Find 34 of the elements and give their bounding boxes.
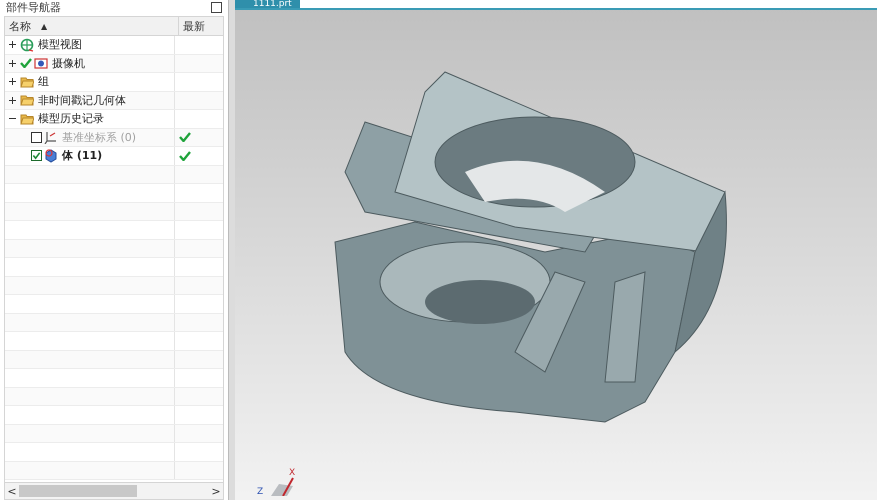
checkbox[interactable] [31,150,42,162]
folder-icon [20,93,34,108]
column-header[interactable]: 最新 [179,17,223,35]
expand-icon[interactable] [9,96,16,104]
folder-icon [20,74,34,89]
tree-row[interactable]: 模型历史记录 [5,110,223,128]
tree-row[interactable]: 摄像机 [5,54,223,73]
folder-icon [20,112,34,126]
scrollbar-thumb[interactable] [19,485,137,497]
camera-icon [34,56,48,70]
axes-icon [20,38,34,52]
column-header[interactable]: 名称 ▲ [5,17,179,35]
node-label: 组 [38,74,49,90]
expand-icon[interactable] [9,78,16,86]
node-label: 基准坐标系 (0) [62,130,136,145]
node-label: 摄像机 [52,56,85,71]
scroll-left-arrow[interactable]: < [5,484,19,498]
expand-icon[interactable] [9,41,16,48]
coordinate-system-icon [44,130,58,144]
tree-row[interactable]: 组 [5,73,223,92]
node-label: 非时间戳记几何体 [38,92,126,108]
node-label: 模型视图 [38,37,82,52]
checkbox-icon[interactable] [211,2,222,12]
scroll-right-arrow[interactable]: > [209,484,223,498]
node-label: 体 (11) [62,148,102,164]
tree-row[interactable]: 体 (11) [5,147,223,166]
solid-body-icon [44,148,58,163]
panel-title: 部件导航器 [6,0,61,14]
node-label: 模型历史记录 [38,111,104,126]
tree-row[interactable]: 模型视图 [5,36,223,54]
expand-icon[interactable] [9,60,16,67]
tree-row[interactable]: 非时间戳记几何体 [5,92,223,110]
horizontal-scrollbar[interactable]: < > [4,483,224,500]
sort-arrow-icon: ▲ [41,22,48,30]
